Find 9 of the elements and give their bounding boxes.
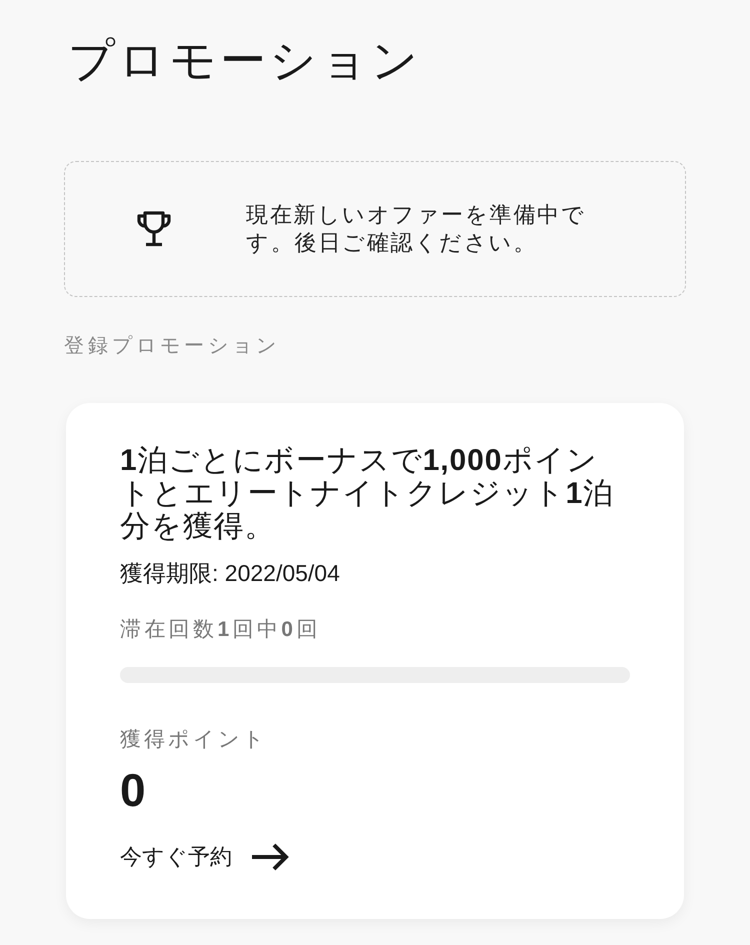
trophy-icon xyxy=(135,210,173,248)
empty-offer-message: 現在新しいオファーを準備中です。後日ご確認ください。 xyxy=(246,201,587,257)
arrow-right-icon xyxy=(252,843,290,871)
points-label: 獲得ポイント xyxy=(120,727,269,753)
page-title: プロモーション xyxy=(68,33,423,88)
section-label: 登録プロモーション xyxy=(64,334,281,359)
book-now-link[interactable]: 今すぐ予約 xyxy=(120,842,290,872)
expiry-date: 獲得期限: 2022/05/04 xyxy=(120,559,341,587)
points-value: 0 xyxy=(120,765,147,815)
